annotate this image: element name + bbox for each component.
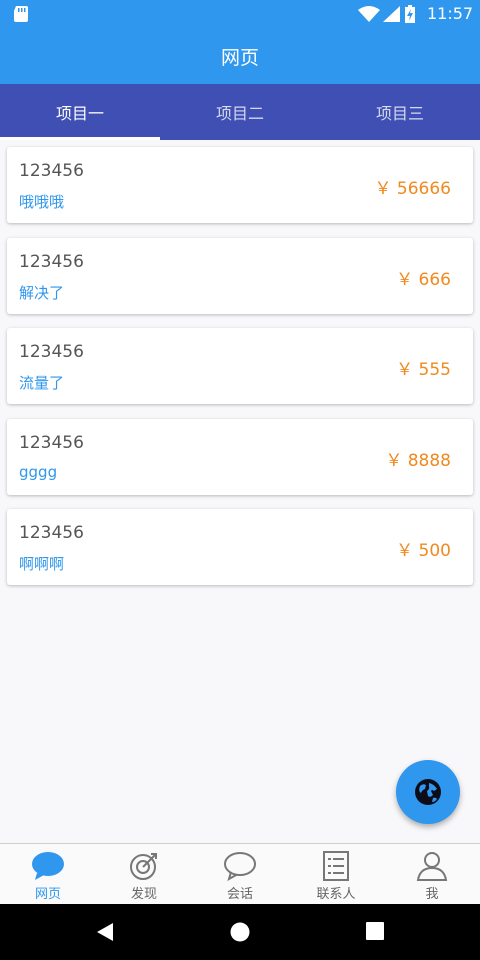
home-icon[interactable] [230, 922, 250, 942]
item-price: ￥ 56666 [374, 179, 451, 199]
wifi-icon [358, 6, 380, 22]
item-price: ￥ 500 [396, 541, 451, 561]
tab-project-3[interactable]: 项目三 [320, 84, 480, 140]
globe-fab-button[interactable] [396, 760, 460, 824]
nav-item-web[interactable]: 网页 [0, 844, 96, 905]
person-icon [416, 852, 448, 881]
status-time: 11:57 [427, 4, 474, 23]
nav-label: 网页 [34, 887, 61, 902]
page-title: 网页 [220, 46, 259, 69]
list-item[interactable]: 123456 解决了 ￥ 666 [7, 237, 473, 314]
contacts-icon [323, 851, 349, 881]
back-icon[interactable] [95, 922, 115, 942]
item-code: 123456 [19, 523, 84, 543]
nav-label: 会话 [226, 887, 253, 902]
nav-label: 发现 [130, 887, 157, 902]
nav-item-conversation[interactable]: 会话 [192, 844, 288, 905]
system-nav-bar [0, 904, 480, 960]
item-subtitle: 解决了 [19, 283, 65, 302]
tab-label: 项目二 [215, 104, 264, 123]
nav-item-me[interactable]: 我 [384, 844, 480, 905]
nav-item-contacts[interactable]: 联系人 [288, 844, 384, 905]
list-item[interactable]: 123456 流量了 ￥ 555 [7, 328, 473, 404]
tab-project-2[interactable]: 项目二 [160, 84, 320, 140]
item-subtitle: 哦哦哦 [19, 193, 65, 211]
nav-item-discover[interactable]: 发现 [96, 844, 192, 905]
item-code: 123456 [19, 161, 84, 181]
item-price: ￥ 555 [396, 360, 451, 380]
tab-bar: 项目一 项目二 项目三 [0, 84, 480, 140]
list-item[interactable]: 123456 gggg ￥ 8888 [7, 418, 473, 495]
item-price: ￥ 666 [396, 269, 451, 290]
list-item[interactable]: 123456 啊啊啊 ￥ 500 [7, 509, 473, 585]
item-subtitle: gggg [19, 462, 58, 481]
bottom-nav: 网页 发现 会话 联系人 我 [0, 843, 480, 905]
recents-icon[interactable] [366, 922, 384, 940]
signal-icon [383, 6, 400, 22]
sd-card-icon [14, 6, 28, 22]
item-subtitle: 流量了 [19, 374, 65, 392]
nav-label: 我 [425, 887, 439, 902]
app-bar: 网页 [0, 28, 480, 84]
conversation-icon [224, 852, 256, 881]
item-subtitle: 啊啊啊 [19, 555, 65, 573]
battery-charging-icon [405, 5, 415, 23]
item-code: 123456 [19, 342, 84, 362]
tab-label: 项目三 [375, 104, 424, 123]
item-list: 123456 哦哦哦 ￥ 56666 123456 解决了 ￥ 666 1234… [7, 147, 473, 600]
globe-icon [415, 779, 441, 805]
list-item[interactable]: 123456 哦哦哦 ￥ 56666 [7, 147, 473, 223]
chat-bubble-icon [32, 852, 64, 880]
tab-label: 项目一 [55, 104, 104, 123]
item-code: 123456 [19, 432, 84, 453]
nav-label: 联系人 [316, 887, 356, 902]
discover-icon [130, 853, 157, 880]
item-code: 123456 [19, 251, 84, 272]
status-bar: 11:57 [0, 0, 480, 28]
item-price: ￥ 8888 [385, 450, 451, 471]
tab-project-1[interactable]: 项目一 [0, 84, 160, 140]
